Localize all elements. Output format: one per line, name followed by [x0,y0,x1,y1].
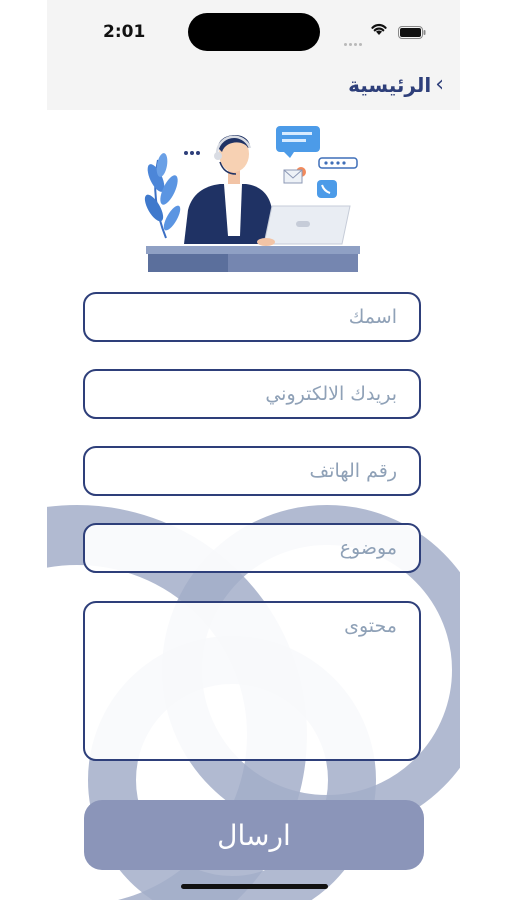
dynamic-island [188,13,320,51]
phone-input[interactable] [83,446,421,496]
status-time: 2:01 [103,22,146,42]
name-input[interactable] [83,292,421,342]
back-button[interactable]: ‹ الرئيسية [348,70,444,100]
signal-icon [344,31,364,50]
content-textarea[interactable] [83,601,421,761]
support-agent-illustration [144,126,360,272]
back-label: الرئيسية [348,73,432,97]
nav-bar: ‹ الرئيسية [47,62,460,110]
subject-input[interactable] [83,523,421,573]
home-indicator [181,884,328,889]
submit-button[interactable]: ارسال [84,800,424,870]
chevron-left-icon: ‹ [435,72,444,97]
wifi-icon [371,23,387,35]
status-bar: 2:01 [47,0,460,62]
battery-icon [398,26,426,39]
email-input[interactable] [83,369,421,419]
phone-screen: 2:01 ‹ الرئيسية اسمك بريدك الالكتروني رق… [47,0,460,900]
